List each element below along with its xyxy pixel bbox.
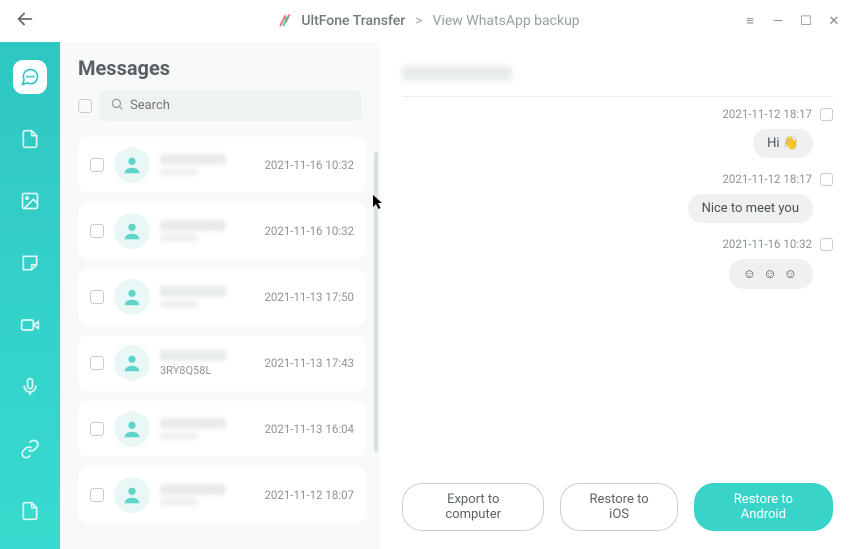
export-button[interactable]: Export to computer [402, 483, 544, 531]
restore-android-button[interactable]: Restore to Android [694, 483, 833, 531]
conversation-meta: 3RY8Q58L [160, 350, 254, 377]
conversation-name [160, 418, 226, 429]
window-controls: ≡ — ☐ ✕ [743, 13, 841, 29]
message-time: 2021-11-16 10:32 [722, 237, 812, 251]
message-bubble-row: Hi 👋 [402, 129, 833, 158]
message-bubble: Nice to meet you [688, 194, 813, 223]
app-logo-icon [275, 12, 293, 30]
conversation-item[interactable]: 2021-11-13 16:04 [78, 401, 366, 457]
app-name: UltFone Transfer [301, 13, 405, 29]
conversation-checkbox[interactable] [90, 158, 104, 172]
breadcrumb-current: View WhatsApp backup [433, 13, 580, 29]
message-bubble: Hi 👋 [753, 129, 813, 158]
main: Messages 2021-11-16 10:32 [0, 42, 855, 549]
conversation-checkbox[interactable] [90, 224, 104, 238]
sidebar-nav [0, 42, 60, 549]
nav-chat-icon[interactable] [13, 60, 47, 94]
conversation-subtext [160, 168, 198, 176]
message-bubble-row: ☺ ☺ ☺ [402, 259, 833, 289]
conversation-item[interactable]: 2021-11-13 17:50 [78, 269, 366, 325]
message-time: 2021-11-12 18:17 [722, 172, 812, 186]
close-button[interactable]: ✕ [827, 14, 841, 29]
conversation-list: 2021-11-16 10:32 2021-11-16 10:32 2021-1… [78, 137, 366, 523]
nav-document-icon[interactable] [13, 122, 47, 156]
select-all-checkbox[interactable] [78, 99, 92, 113]
list-heading: Messages [78, 56, 366, 80]
nav-link-icon[interactable] [13, 432, 47, 466]
conversation-time: 2021-11-13 17:50 [264, 290, 354, 304]
conversation-time: 2021-11-16 10:32 [264, 158, 354, 172]
titlebar: UltFone Transfer > View WhatsApp backup … [0, 0, 855, 42]
conversation-item[interactable]: 2021-11-12 18:07 [78, 467, 366, 523]
chat-panel: 2021-11-12 18:17 Hi 👋 2021-11-12 18:17 N… [380, 42, 855, 549]
breadcrumb-separator: > [415, 13, 422, 29]
message-time: 2021-11-12 18:17 [722, 107, 812, 121]
chat-header [402, 56, 833, 90]
conversation-name [160, 484, 226, 495]
conversation-name [160, 154, 226, 165]
nav-voice-icon[interactable] [13, 370, 47, 404]
search-icon [110, 96, 124, 115]
search-input[interactable] [130, 98, 352, 113]
chat-body: 2021-11-12 18:17 Hi 👋 2021-11-12 18:17 N… [402, 107, 833, 469]
search-box[interactable] [100, 90, 362, 121]
nav-sticker-icon[interactable] [13, 246, 47, 280]
minimize-button[interactable]: — [771, 14, 785, 29]
avatar-icon [114, 279, 150, 315]
conversation-meta [160, 154, 254, 176]
search-row [78, 90, 366, 121]
conversation-meta [160, 418, 254, 440]
conversation-checkbox[interactable] [90, 488, 104, 502]
conversation-subtext [160, 498, 198, 506]
conversation-subtext [160, 234, 198, 242]
conversation-list-panel: Messages 2021-11-16 10:32 [60, 42, 380, 549]
conversation-item[interactable]: 3RY8Q58L 2021-11-13 17:43 [78, 335, 366, 391]
avatar-icon [114, 147, 150, 183]
conversation-name [160, 286, 226, 297]
conversation-meta [160, 286, 254, 308]
conversation-checkbox[interactable] [90, 356, 104, 370]
chat-contact-name [402, 66, 512, 81]
conversation-time: 2021-11-13 16:04 [264, 422, 354, 436]
conversation-time: 2021-11-16 10:32 [264, 224, 354, 238]
avatar-icon [114, 411, 150, 447]
message-checkbox[interactable] [820, 238, 833, 251]
menu-button[interactable]: ≡ [743, 13, 757, 29]
conversation-subtext: 3RY8Q58L [160, 364, 254, 377]
nav-video-icon[interactable] [13, 308, 47, 342]
conversation-subtext [160, 432, 198, 440]
chat-divider [402, 96, 833, 97]
conversation-name [160, 220, 226, 231]
maximize-button[interactable]: ☐ [799, 14, 813, 29]
nav-image-icon[interactable] [13, 184, 47, 218]
conversation-time: 2021-11-12 18:07 [264, 488, 354, 502]
message-meta-row: 2021-11-12 18:17 [402, 107, 833, 121]
message-checkbox[interactable] [820, 173, 833, 186]
back-button[interactable] [14, 8, 36, 35]
restore-ios-button[interactable]: Restore to iOS [560, 483, 677, 531]
message-checkbox[interactable] [820, 108, 833, 121]
message-bubble: ☺ ☺ ☺ [729, 259, 813, 289]
conversation-meta [160, 484, 254, 506]
avatar-icon [114, 213, 150, 249]
list-scrollbar[interactable] [374, 152, 378, 452]
conversation-meta [160, 220, 254, 242]
conversation-name [160, 350, 226, 361]
conversation-item[interactable]: 2021-11-16 10:32 [78, 137, 366, 193]
message-meta-row: 2021-11-16 10:32 [402, 237, 833, 251]
message-bubble-row: Nice to meet you [402, 194, 833, 223]
avatar-icon [114, 345, 150, 381]
conversation-time: 2021-11-13 17:43 [264, 356, 354, 370]
avatar-icon [114, 477, 150, 513]
conversation-checkbox[interactable] [90, 422, 104, 436]
conversation-item[interactable]: 2021-11-16 10:32 [78, 203, 366, 259]
message-meta-row: 2021-11-12 18:17 [402, 172, 833, 186]
breadcrumb: UltFone Transfer > View WhatsApp backup [275, 12, 579, 30]
action-bar: Export to computer Restore to iOS Restor… [402, 469, 833, 535]
conversation-subtext [160, 300, 198, 308]
conversation-checkbox[interactable] [90, 290, 104, 304]
nav-file-icon[interactable] [13, 494, 47, 528]
